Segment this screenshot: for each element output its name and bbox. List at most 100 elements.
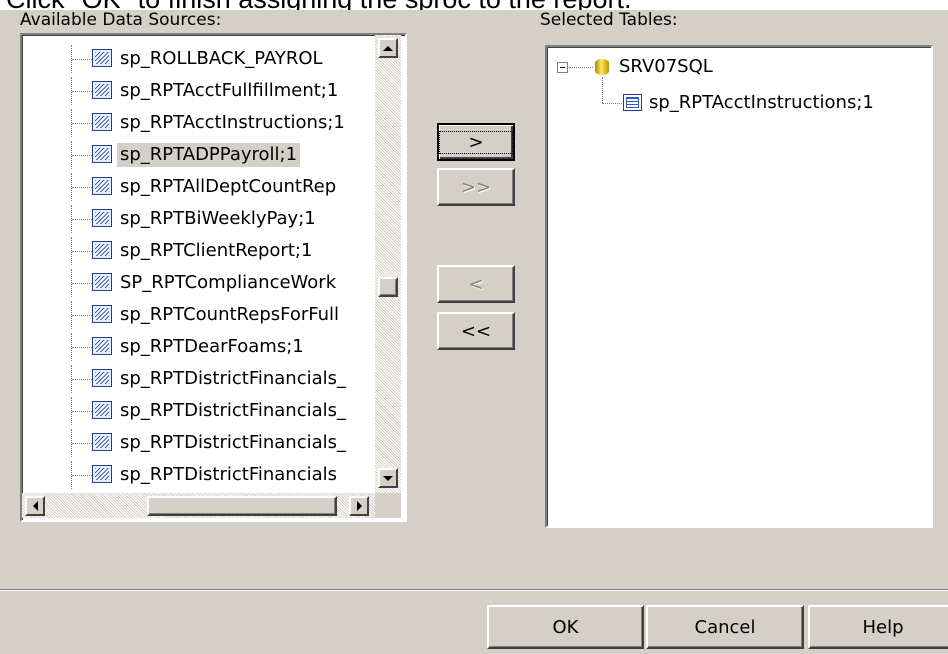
data-source-item[interactable]: sp_RPTClientReport;1 bbox=[22, 237, 392, 265]
data-source-label: sp_RPTDistrictFinancials_ bbox=[120, 400, 347, 421]
ok-button[interactable]: OK bbox=[487, 605, 644, 649]
ok-button-label: OK bbox=[552, 616, 579, 638]
selected-tables-tree[interactable]: SRV07SQL sp_RPTAcctInstructions;1 bbox=[545, 45, 933, 528]
data-source-label: sp_RPTADPPayroll;1 bbox=[117, 143, 301, 167]
arrow-up-icon bbox=[383, 45, 393, 51]
available-sources-label: Available Data Sources: bbox=[20, 10, 222, 30]
data-source-item[interactable]: sp_RPTAcctFullfillment;1 bbox=[22, 77, 392, 105]
stored-procedure-icon bbox=[92, 465, 112, 483]
selected-table-item[interactable]: sp_RPTAcctInstructions;1 bbox=[649, 91, 874, 115]
remove-all-button[interactable]: << bbox=[437, 312, 515, 350]
stored-procedure-icon bbox=[92, 401, 112, 419]
scroll-up-button[interactable] bbox=[378, 38, 398, 58]
stored-procedure-icon bbox=[92, 433, 112, 451]
horizontal-scroll-thumb[interactable] bbox=[147, 496, 337, 516]
data-source-item[interactable]: sp_ROLLBACK_PAYROL bbox=[22, 45, 392, 73]
collapse-toggle[interactable] bbox=[557, 62, 568, 73]
stored-procedure-icon bbox=[92, 209, 112, 227]
scroll-right-button[interactable] bbox=[349, 496, 369, 516]
data-source-item[interactable]: sp_RPTDearFoams;1 bbox=[22, 333, 392, 361]
data-source-item[interactable]: sp_RPTDistrictFinancials_ bbox=[22, 397, 392, 425]
available-sources-tree[interactable]: sp_ROLLBACK_PAYROL sp_RPTAcctFullfillment… bbox=[20, 33, 407, 522]
stored-procedure-icon bbox=[92, 241, 112, 259]
vertical-scrollbar[interactable] bbox=[375, 35, 401, 493]
tree-connector bbox=[72, 187, 92, 188]
stored-procedure-icon bbox=[92, 369, 112, 387]
tree-connector bbox=[72, 379, 92, 380]
remove-all-button-label: << bbox=[460, 320, 492, 342]
tree-connector bbox=[72, 219, 92, 220]
stored-procedure-icon bbox=[92, 337, 112, 355]
scroll-down-button[interactable] bbox=[378, 468, 398, 488]
stored-procedure-icon bbox=[92, 273, 112, 291]
tree-connector bbox=[72, 251, 92, 252]
arrow-right-icon bbox=[356, 501, 362, 511]
data-source-item[interactable]: sp_RPTDistrictFinancials bbox=[22, 461, 392, 489]
help-button[interactable]: Help bbox=[808, 605, 948, 649]
stored-procedure-icon bbox=[92, 305, 112, 323]
stored-procedure-icon bbox=[92, 113, 112, 131]
data-source-label: sp_RPTAcctFullfillment;1 bbox=[120, 80, 339, 101]
cancel-button[interactable]: Cancel bbox=[646, 605, 804, 649]
data-source-label: SP_RPTComplianceWork bbox=[120, 272, 337, 293]
add-button[interactable]: > bbox=[437, 123, 515, 161]
tree-connector bbox=[569, 67, 593, 68]
stored-procedure-icon bbox=[92, 177, 112, 195]
scrollbar-corner bbox=[375, 493, 401, 518]
tree-connector bbox=[602, 103, 622, 104]
tree-connector bbox=[72, 347, 92, 348]
arrow-left-icon bbox=[32, 501, 38, 511]
remove-button-label: < bbox=[468, 273, 484, 295]
arrow-down-icon bbox=[383, 475, 393, 481]
tree-connector bbox=[72, 443, 92, 444]
available-sources-viewport: sp_ROLLBACK_PAYROL sp_RPTAcctFullfillment… bbox=[22, 35, 403, 493]
data-source-label: sp_RPTDistrictFinancials bbox=[120, 464, 338, 485]
data-source-label: sp_RPTDistrictFinancials_ bbox=[120, 432, 347, 453]
stored-procedure-icon bbox=[92, 49, 112, 67]
tree-connector bbox=[72, 315, 92, 316]
data-source-item[interactable]: sp_RPTDistrictFinancials_ bbox=[22, 365, 392, 393]
remove-button[interactable]: < bbox=[437, 265, 515, 303]
caption-text: Click "OK" to finish assigning the sproc… bbox=[6, 0, 631, 10]
data-source-label: sp_RPTAcctInstructions;1 bbox=[120, 112, 345, 133]
cancel-button-label: Cancel bbox=[694, 616, 756, 638]
stored-procedure-icon bbox=[623, 94, 642, 111]
data-source-item[interactable]: sp_RPTBiWeeklyPay;1 bbox=[22, 205, 392, 233]
selected-tables-label: Selected Tables: bbox=[540, 10, 678, 30]
data-source-item[interactable]: sp_RPTADPPayroll;1 bbox=[22, 141, 392, 169]
data-source-label: sp_RPTAllDeptCountRep bbox=[120, 176, 337, 197]
add-button-label: > bbox=[439, 130, 513, 154]
data-source-item[interactable]: sp_RPTDistrictFinancials_ bbox=[22, 429, 392, 457]
tree-connector bbox=[72, 283, 92, 284]
tree-connector bbox=[72, 59, 92, 60]
data-source-item[interactable]: sp_RPTAcctInstructions;1 bbox=[22, 109, 392, 137]
data-source-item[interactable]: SP_RPTComplianceWork bbox=[22, 269, 392, 297]
database-server-icon bbox=[595, 59, 609, 75]
vertical-scroll-thumb[interactable] bbox=[378, 277, 398, 297]
data-source-item[interactable]: sp_RPTAllDeptCountRep bbox=[22, 173, 392, 201]
help-button-label: Help bbox=[862, 616, 904, 638]
tutorial-caption: Click "OK" to finish assigning the sproc… bbox=[0, 0, 948, 10]
minus-icon bbox=[560, 67, 565, 68]
add-all-button[interactable]: >> bbox=[437, 168, 515, 206]
tree-connector bbox=[72, 411, 92, 412]
tree-connector bbox=[72, 123, 92, 124]
scroll-left-button[interactable] bbox=[25, 496, 45, 516]
tree-connector bbox=[72, 475, 92, 476]
tree-connector bbox=[602, 77, 603, 103]
add-all-button-label: >> bbox=[460, 176, 492, 198]
icon-detail bbox=[626, 97, 639, 108]
data-source-item[interactable]: sp_RPTCountRepsForFull bbox=[22, 301, 392, 329]
data-source-label: sp_ROLLBACK_PAYROL bbox=[120, 48, 323, 69]
server-node-label[interactable]: SRV07SQL bbox=[619, 55, 713, 79]
data-source-label: sp_RPTCountRepsForFull bbox=[120, 304, 340, 325]
stored-procedure-icon bbox=[92, 81, 112, 99]
data-source-label: sp_RPTClientReport;1 bbox=[120, 240, 313, 261]
data-source-label: sp_RPTDistrictFinancials_ bbox=[120, 368, 347, 389]
stored-procedure-icon bbox=[92, 145, 112, 163]
data-source-label: sp_RPTBiWeeklyPay;1 bbox=[120, 208, 316, 229]
data-source-label: sp_RPTDearFoams;1 bbox=[120, 336, 304, 357]
horizontal-scrollbar[interactable] bbox=[22, 493, 375, 518]
tree-connector bbox=[72, 155, 92, 156]
divider bbox=[0, 589, 948, 591]
